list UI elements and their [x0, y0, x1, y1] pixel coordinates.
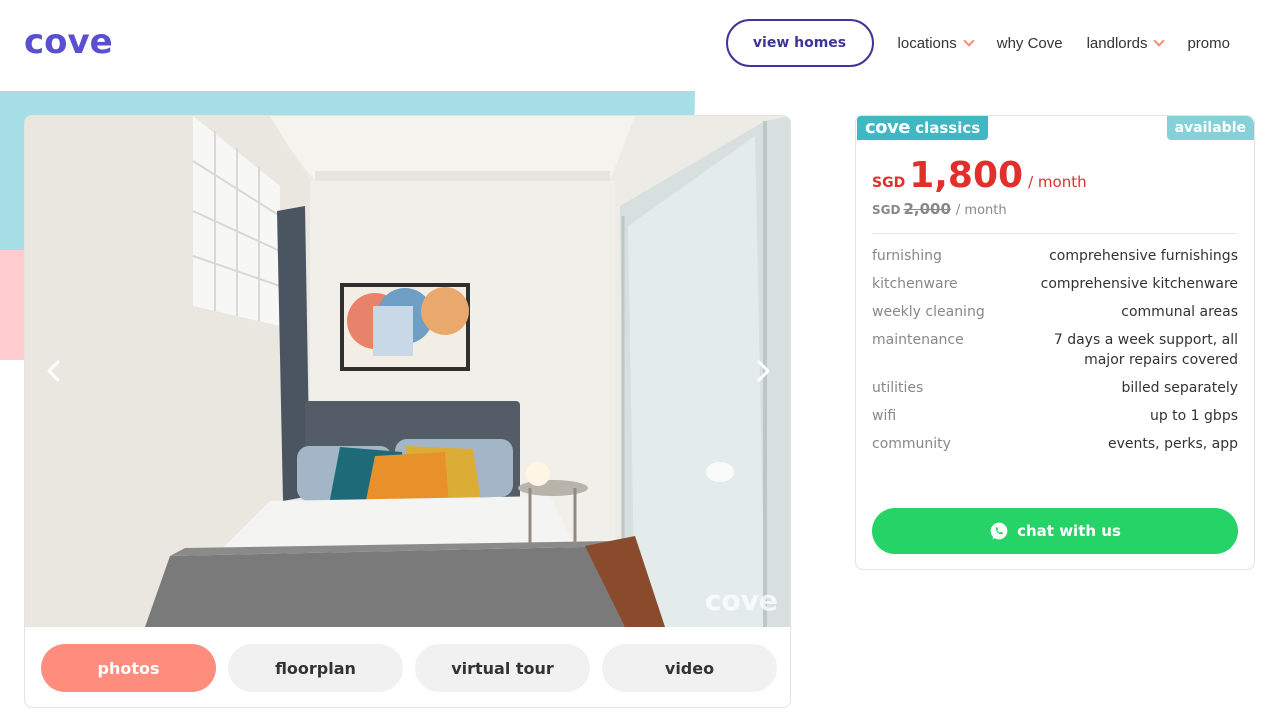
cove-logo[interactable]: cove — [24, 22, 113, 62]
nav-landlords[interactable]: landlords — [1086, 34, 1166, 52]
spec-row: weekly cleaning communal areas — [872, 302, 1238, 322]
divider — [872, 233, 1238, 234]
chat-with-us-button[interactable]: chat with us — [872, 508, 1238, 554]
spec-label: weekly cleaning — [872, 304, 985, 320]
whatsapp-icon — [990, 522, 1008, 540]
photo-gallery: cove photos floorplan virtual tour video — [24, 115, 791, 708]
view-homes-button[interactable]: view homes — [725, 19, 874, 67]
price-value: 1,800 — [909, 155, 1024, 196]
tab-video[interactable]: video — [602, 644, 777, 692]
badge-brand: cove — [865, 117, 910, 138]
site-header: cove view homes locations why Cove landl… — [0, 0, 1280, 88]
chat-label: chat with us — [1017, 522, 1121, 540]
chevron-right-icon — [757, 360, 770, 382]
nav-landlords-label: landlords — [1086, 34, 1148, 52]
spec-label: maintenance — [872, 332, 964, 348]
spec-row: wifi up to 1 gbps — [872, 406, 1238, 426]
nav-promo-label: promo — [1187, 34, 1230, 52]
old-price-period: / month — [955, 203, 1007, 218]
spec-row: furnishing comprehensive furnishings — [872, 246, 1238, 266]
old-price-currency: SGD — [872, 203, 901, 217]
spec-label: wifi — [872, 408, 897, 424]
spec-label: kitchenware — [872, 276, 958, 292]
room-photo: cove — [25, 116, 790, 627]
tab-floorplan[interactable]: floorplan — [228, 644, 403, 692]
spec-label: community — [872, 436, 951, 452]
spec-value: 7 days a week support, all major repairs… — [1053, 332, 1238, 368]
spec-row: kitchenware comprehensive kitchenware — [872, 274, 1238, 294]
spec-label: furnishing — [872, 248, 942, 264]
price-currency: SGD — [872, 175, 906, 191]
spec-value: events, perks, app — [1108, 436, 1238, 452]
photo-watermark: cove — [704, 584, 778, 617]
chevron-down-icon — [963, 35, 975, 47]
cove-classics-badge: cove classics — [857, 116, 989, 140]
previous-photo-button[interactable] — [39, 356, 69, 386]
nav-locations[interactable]: locations — [897, 34, 975, 52]
current-price: SGD 1,800 / month — [872, 156, 1087, 196]
spec-value: billed separately — [1121, 380, 1239, 396]
nav-promo[interactable]: promo — [1187, 35, 1230, 52]
nav-why-cove[interactable]: why Cove — [997, 35, 1063, 52]
spec-value: communal areas — [1121, 304, 1238, 320]
availability-badge: available — [1166, 116, 1254, 140]
original-price: SGD 2,000 / month — [872, 200, 1007, 218]
spec-value: comprehensive furnishings — [1049, 248, 1238, 264]
next-photo-button[interactable] — [748, 356, 778, 386]
spec-value: comprehensive kitchenware — [1040, 276, 1238, 292]
listing-card: cove classics available SGD 1,800 / mont… — [855, 115, 1255, 570]
tab-photos[interactable]: photos — [41, 644, 216, 692]
spec-row: utilities billed separately — [872, 378, 1238, 398]
tab-virtual-tour[interactable]: virtual tour — [415, 644, 590, 692]
nav-why-cove-label: why Cove — [996, 34, 1063, 52]
main-nav: view homes locations why Cove landlords … — [725, 19, 1244, 67]
gallery-tabs: photos floorplan virtual tour video — [41, 644, 777, 692]
price-period: / month — [1028, 173, 1087, 191]
chevron-left-icon — [47, 360, 60, 382]
spec-label: utilities — [872, 380, 924, 396]
nav-locations-label: locations — [897, 34, 957, 52]
badge-line: classics — [915, 119, 981, 137]
old-price-value: 2,000 — [903, 200, 951, 218]
listing-specs: furnishing comprehensive furnishings kit… — [872, 246, 1238, 462]
spec-row: community events, perks, app — [872, 434, 1238, 454]
spec-value: up to 1 gbps — [1149, 408, 1238, 424]
chevron-down-icon — [1153, 35, 1166, 47]
spec-row: maintenance 7 days a week support, all m… — [872, 330, 1238, 370]
